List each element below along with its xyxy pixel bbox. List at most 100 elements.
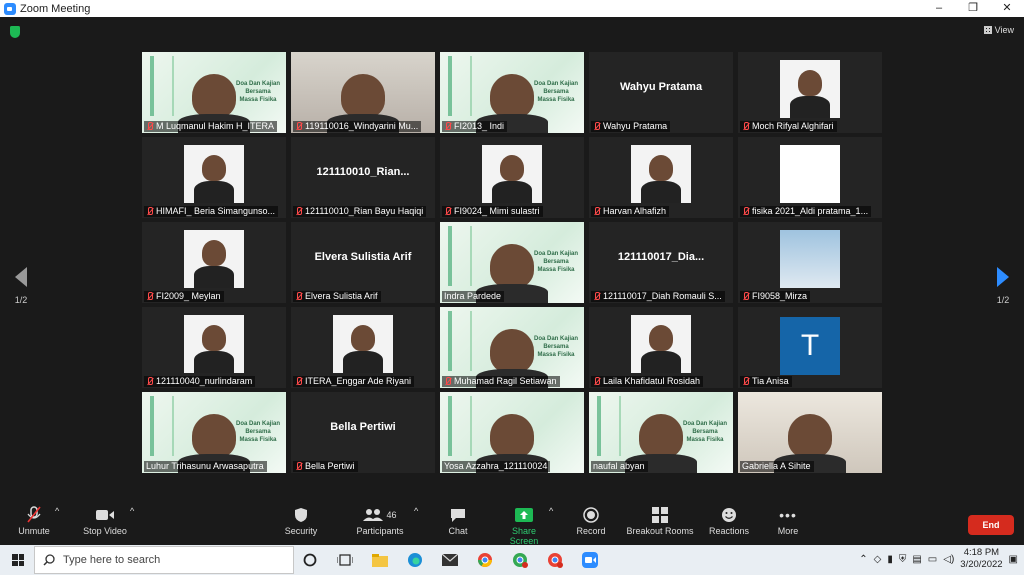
participant-name: Luhur Trihasunu Arwasaputra: [146, 461, 264, 471]
participant-tile[interactable]: 119110016_Windyarini Mu...: [291, 52, 435, 133]
participants-options-caret[interactable]: ^: [414, 506, 418, 516]
network-icon[interactable]: ▤: [912, 554, 921, 565]
participant-profile-photo: [333, 315, 393, 373]
participant-tile[interactable]: Bella Pertiwi Bella Pertiwi: [291, 392, 435, 473]
participant-tile[interactable]: Gabriella A Sihite: [738, 392, 882, 473]
windows-start-icon[interactable]: [12, 554, 24, 566]
photo-figure: [500, 155, 524, 181]
task-view-icon[interactable]: [335, 550, 355, 570]
participant-tile[interactable]: Doa Dan Kajian Bersama Massa Fisika M Luq…: [142, 52, 286, 133]
participant-tile[interactable]: Wahyu Pratama Wahyu Pratama: [589, 52, 733, 133]
participant-name: naufal abyan: [593, 461, 645, 471]
clock-time: 4:18 PM: [963, 547, 1000, 558]
participant-tile[interactable]: Doa Dan Kajian Bersama Massa Fisika Luhur…: [142, 392, 286, 473]
security-label: Security: [284, 526, 318, 536]
participant-name: FI9024_ Mimi sulastri: [454, 206, 540, 216]
participant-tile[interactable]: HIMAFI_ Beria Simangunso...: [142, 137, 286, 218]
reactions-button[interactable]: Reactions: [708, 506, 750, 536]
taskbar-search-box[interactable]: Type here to search: [34, 546, 294, 574]
audio-options-caret[interactable]: ^: [55, 506, 59, 516]
breakout-rooms-button[interactable]: Breakout Rooms: [626, 506, 694, 536]
volume-icon[interactable]: ◁): [943, 554, 954, 565]
participant-tile[interactable]: Laila Khafidatul Rosidah: [589, 307, 733, 388]
unmute-button[interactable]: Unmute: [16, 506, 52, 536]
participant-name-label: FI9058_Mirza: [740, 291, 811, 302]
participant-figure: [490, 329, 534, 373]
photo-figure: [351, 325, 375, 351]
stop-video-button[interactable]: Stop Video: [80, 506, 130, 536]
security-tray-icon[interactable]: ⛨: [899, 554, 907, 565]
edge-browser-icon[interactable]: [405, 550, 425, 570]
share-options-caret[interactable]: ^: [549, 506, 553, 516]
background-overlay-text: Doa Dan Kajian Bersama Massa Fisika: [236, 421, 281, 443]
share-screen-button[interactable]: Share Screen: [497, 506, 551, 546]
clock[interactable]: 4:18 PM 3/20/2022: [960, 547, 1002, 571]
participant-tile[interactable]: 121110010_Rian... 121110010_Rian Bayu Haq…: [291, 137, 435, 218]
participant-name: Moch Rifyal Alghifari: [752, 121, 834, 131]
stop-video-label: Stop Video: [83, 526, 127, 536]
battery-icon[interactable]: ▭: [928, 554, 937, 565]
participant-tile[interactable]: FI9024_ Mimi sulastri: [440, 137, 584, 218]
minimize-button[interactable]: –: [922, 0, 956, 17]
participants-icon: [363, 509, 384, 521]
participant-tile[interactable]: Elvera Sulistia Arif Elvera Sulistia Arif: [291, 222, 435, 303]
encryption-shield-icon[interactable]: [10, 26, 20, 38]
mic-muted-icon: [146, 207, 153, 216]
file-explorer-icon[interactable]: [370, 550, 390, 570]
participant-name: Harvan Alhafizh: [603, 206, 667, 216]
participant-name-label: FI2009_ Meylan: [144, 291, 224, 302]
gallery-grid: Doa Dan Kajian Bersama Massa Fisika M Luq…: [142, 52, 882, 478]
participant-tile[interactable]: Harvan Alhafizh: [589, 137, 733, 218]
video-options-caret[interactable]: ^: [130, 506, 134, 516]
chrome-second-icon[interactable]: [545, 550, 565, 570]
mail-icon[interactable]: [440, 550, 460, 570]
security-button[interactable]: Security: [282, 506, 320, 536]
participant-name: Wahyu Pratama: [603, 121, 668, 131]
chat-button[interactable]: Chat: [446, 506, 470, 536]
participant-tile[interactable]: Doa Dan Kajian Bersama Massa Fisika Muham…: [440, 307, 584, 388]
close-button[interactable]: ✕: [990, 0, 1024, 17]
participant-tile[interactable]: Doa Dan Kajian Bersama Massa Fisika naufa…: [589, 392, 733, 473]
participant-tile[interactable]: FI9058_Mirza: [738, 222, 882, 303]
participant-name-label: Tia Anisa: [740, 376, 792, 387]
chrome-profile-icon[interactable]: [510, 550, 530, 570]
view-button[interactable]: View: [983, 25, 1014, 35]
notifications-icon[interactable]: ▣: [1009, 554, 1018, 565]
participant-tile[interactable]: fisika 2021_Aldi pratama_1...: [738, 137, 882, 218]
cortana-icon[interactable]: [300, 550, 320, 570]
participant-profile-photo: [184, 230, 244, 288]
participant-name-label: Moch Rifyal Alghifari: [740, 121, 837, 132]
participant-tile[interactable]: Doa Dan Kajian Bersama Massa Fisika Indra…: [440, 222, 584, 303]
next-page-button[interactable]: 1/2: [993, 267, 1013, 305]
mic-tray-icon[interactable]: ▮: [887, 554, 893, 565]
end-meeting-button[interactable]: End: [968, 515, 1014, 535]
more-button[interactable]: ••• More: [776, 506, 800, 536]
participant-tile[interactable]: 121110040_nurlindaram: [142, 307, 286, 388]
system-tray: ⌃ ◇ ▮ ⛨ ▤ ▭ ◁) 4:18 PM 3/20/2022 ▣: [859, 547, 1018, 571]
photo-body: [194, 351, 234, 373]
mic-muted-icon: [146, 292, 153, 301]
participant-tile[interactable]: FI2009_ Meylan: [142, 222, 286, 303]
meeting-toolbar: Unmute ^ Stop Video ^ Security 46 Partic…: [0, 498, 1024, 546]
participant-tile[interactable]: 121110017_Dia... 121110017_Diah Romauli S…: [589, 222, 733, 303]
mic-muted-icon: [146, 377, 153, 386]
participant-tile[interactable]: T Tia Anisa: [738, 307, 882, 388]
participant-name: Gabriella A Sihite: [742, 461, 811, 471]
participants-button[interactable]: 46 Participants: [354, 506, 406, 536]
zoom-taskbar-icon[interactable]: [580, 550, 600, 570]
chrome-icon[interactable]: [475, 550, 495, 570]
record-icon: [583, 507, 599, 523]
prev-page-button[interactable]: 1/2: [11, 267, 31, 305]
tray-caret-icon[interactable]: ⌃: [859, 554, 867, 565]
photo-body: [343, 351, 383, 373]
participant-tile[interactable]: Yosa Azzahra_121110024: [440, 392, 584, 473]
record-button[interactable]: Record: [576, 506, 606, 536]
maximize-button[interactable]: ❐: [956, 0, 990, 17]
participant-tile[interactable]: ITERA_Enggar Ade Riyani: [291, 307, 435, 388]
participant-name: Elvera Sulistia Arif: [305, 291, 378, 301]
participant-tile[interactable]: Moch Rifyal Alghifari: [738, 52, 882, 133]
participant-tile[interactable]: Doa Dan Kajian Bersama Massa Fisika FI201…: [440, 52, 584, 133]
participants-count: 46: [386, 510, 397, 520]
dropbox-icon[interactable]: ◇: [874, 554, 882, 565]
security-shield-icon: [295, 508, 307, 522]
